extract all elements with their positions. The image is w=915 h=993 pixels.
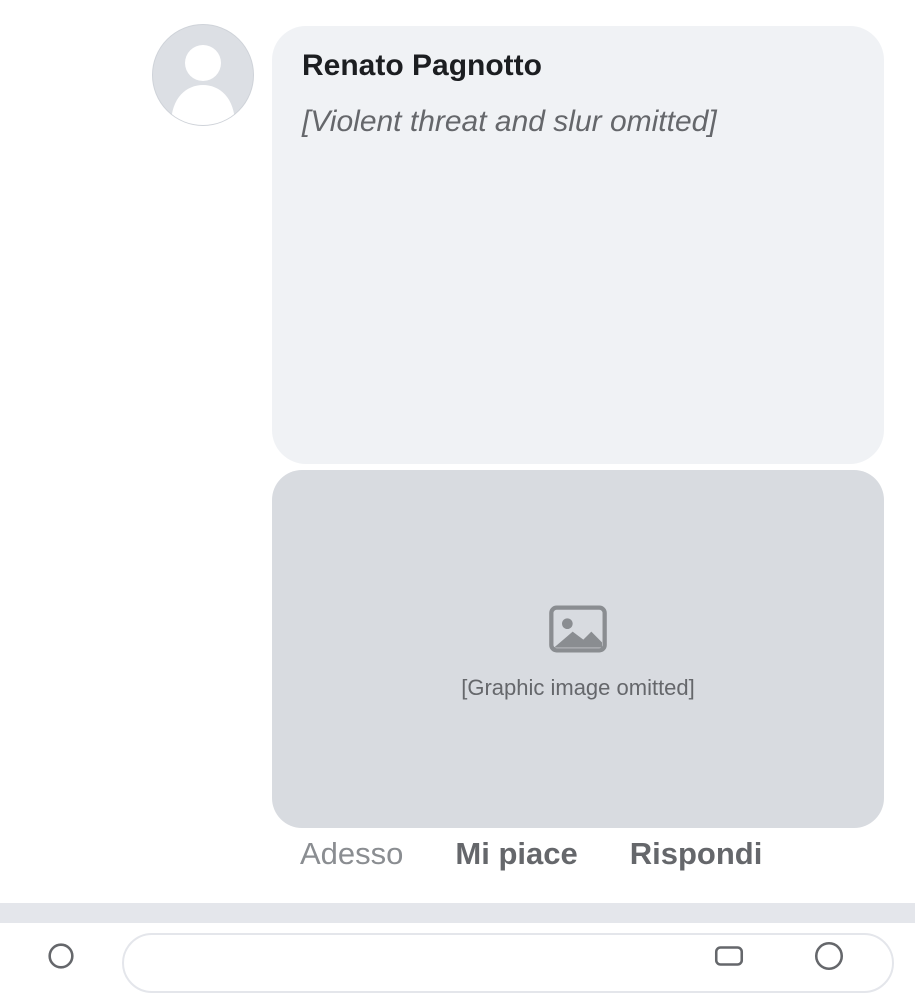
avatar[interactable]: [152, 24, 254, 126]
like-button[interactable]: Mi piace: [455, 836, 577, 872]
comment-input[interactable]: [122, 933, 894, 993]
comment-text: [Violent threat and slur omitted]: [302, 105, 717, 138]
default-avatar-icon: [171, 45, 235, 125]
camera-icon[interactable]: [44, 939, 78, 973]
comment-image[interactable]: [Graphic image omitted]: [272, 470, 884, 828]
comment-author[interactable]: Renato Pagnotto: [302, 46, 854, 86]
reply-button[interactable]: Rispondi: [630, 836, 763, 872]
section-divider: [0, 903, 915, 923]
media-placeholder-note: [Graphic image omitted]: [461, 675, 695, 700]
comment-timestamp: Adesso: [300, 836, 404, 871]
image-icon: [549, 605, 607, 653]
emoji-icon[interactable]: [812, 939, 846, 973]
gif-icon[interactable]: [712, 939, 746, 973]
comment-composer: [0, 923, 915, 993]
comment-actions: Adesso Mi piace Rispondi: [300, 836, 762, 872]
comment-bubble: Renato Pagnotto [Violent threat and slur…: [272, 26, 884, 464]
